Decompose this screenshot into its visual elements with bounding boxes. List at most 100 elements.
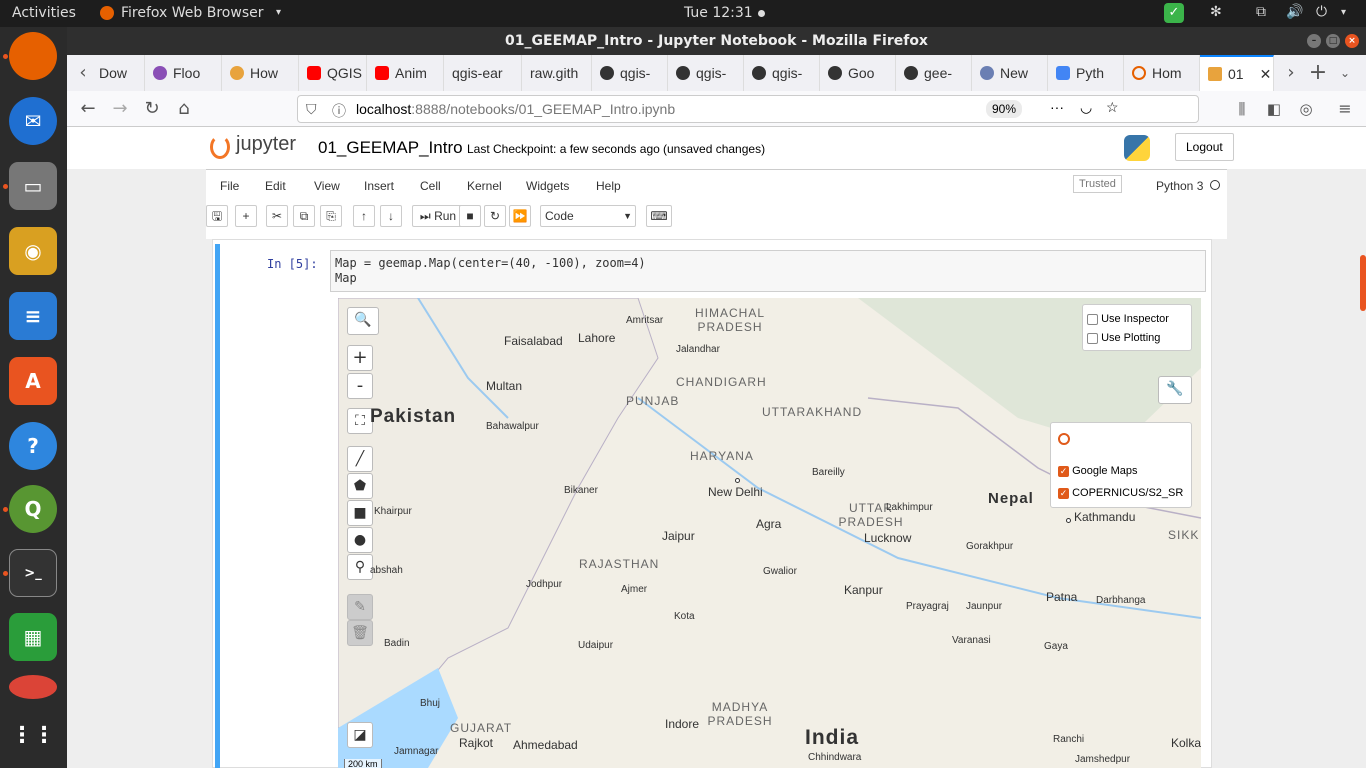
home-icon[interactable]: ⌂ [172, 97, 196, 121]
cut-icon[interactable]: ✂ [266, 205, 288, 227]
tab[interactable]: qgis- [592, 55, 668, 91]
move-up-icon[interactable]: ↑ [353, 205, 375, 227]
layers-toggle-icon[interactable] [1058, 433, 1070, 445]
menu-icon[interactable]: ≡ [1333, 97, 1357, 121]
minimize-icon[interactable]: – [1307, 34, 1321, 48]
sidebar-icon[interactable]: ◧ [1262, 97, 1286, 121]
code-editor[interactable]: Map = geemap.Map(center=(40, -100), zoom… [330, 250, 1206, 292]
tab[interactable]: Hom [1124, 55, 1200, 91]
tab[interactable]: Anim [367, 55, 444, 91]
volume-icon[interactable]: 🔊 [1286, 4, 1303, 20]
bookmark-star-icon[interactable]: ☆ [1106, 99, 1119, 116]
tab[interactable]: qgis- [744, 55, 820, 91]
delete-layers-icon[interactable]: 🗑 [347, 620, 373, 646]
tab[interactable]: Dow [91, 55, 145, 91]
activities-button[interactable]: Activities [12, 5, 76, 21]
menu-insert[interactable]: Insert [364, 179, 394, 193]
tab[interactable]: How [222, 55, 299, 91]
edit-layers-icon[interactable]: ✎ [347, 594, 373, 620]
code-cell[interactable]: In [5]: Map = geemap.Map(center=(40, -10… [215, 244, 1206, 768]
maximize-icon[interactable]: □ [1326, 34, 1340, 48]
power-icon[interactable]: ⏻ [1316, 4, 1327, 20]
basemap-icon[interactable]: ◪ [347, 722, 373, 748]
search-icon[interactable]: 🔍 [347, 307, 379, 335]
draw-rectangle-icon[interactable]: ■ [347, 500, 373, 526]
paste-icon[interactable]: ⎘ [320, 205, 342, 227]
firefox-icon[interactable] [9, 32, 57, 80]
tab[interactable]: qgis- [668, 55, 744, 91]
save-icon[interactable]: 🖫 [206, 205, 228, 227]
tab[interactable]: QGIS [299, 55, 367, 91]
use-inspector-checkbox[interactable] [1087, 313, 1098, 325]
jupyter-logo-text[interactable]: jupyter [236, 133, 296, 156]
forward-icon[interactable]: → [108, 97, 132, 121]
page-scrollbar[interactable] [1360, 255, 1366, 311]
library-icon[interactable]: ⫼ [1230, 97, 1254, 121]
tab-list-icon[interactable]: ⌄ [1333, 61, 1357, 85]
chrome-icon[interactable] [9, 675, 57, 699]
zoom-in-icon[interactable]: + [347, 345, 373, 371]
rhythmbox-icon[interactable]: ◉ [9, 227, 57, 275]
keyboard-icon[interactable]: ⌨ [646, 205, 672, 227]
reload-icon[interactable]: ↻ [140, 97, 164, 121]
menu-widgets[interactable]: Widgets [526, 179, 569, 193]
menu-view[interactable]: View [314, 179, 340, 193]
account-icon[interactable]: ◎ [1294, 97, 1318, 121]
run-button[interactable]: ⏭ Run [412, 205, 464, 227]
network-icon[interactable]: ⧉ [1256, 4, 1266, 20]
cell-type-select[interactable]: Code ▼ [540, 205, 636, 227]
files-icon[interactable]: ▭ [9, 162, 57, 210]
add-cell-icon[interactable]: + [235, 205, 257, 227]
thunderbird-icon[interactable]: ✉ [9, 97, 57, 145]
restart-icon[interactable]: ↻ [484, 205, 506, 227]
interrupt-icon[interactable]: ■ [459, 205, 481, 227]
url-bar[interactable]: ⛉ ⓘ localhost:8888/notebooks/01_GEEMAP_I… [297, 95, 1199, 123]
zoom-out-icon[interactable]: - [347, 373, 373, 399]
help-icon[interactable]: ? [9, 422, 57, 470]
tab-scroll-right-icon[interactable]: › [1279, 61, 1303, 85]
menu-kernel[interactable]: Kernel [467, 179, 502, 193]
clock[interactable]: Tue 12:31 [684, 5, 753, 21]
menu-help[interactable]: Help [596, 179, 621, 193]
zoom-level[interactable]: 90% [986, 100, 1023, 118]
new-tab-icon[interactable]: + [1306, 61, 1330, 85]
map-widget[interactable]: 🔍 + - ⛶ ╱ ⬟ ■ ● ⚲ ✎ 🗑 ◪ Use Inspector Us… [338, 298, 1201, 768]
info-icon[interactable]: ⓘ [332, 101, 346, 121]
close-tab-icon[interactable]: ✕ [1260, 66, 1272, 83]
layer-checkbox[interactable]: ✓ [1058, 465, 1069, 477]
restart-run-all-icon[interactable]: ⏩ [509, 205, 531, 227]
use-plotting-checkbox[interactable] [1087, 332, 1098, 344]
menu-edit[interactable]: Edit [265, 179, 286, 193]
settings-icon[interactable]: ✻ [1210, 4, 1222, 20]
use-inspector-row[interactable]: Use Inspector [1087, 313, 1169, 325]
software-icon[interactable]: A [9, 357, 57, 405]
tab[interactable]: qgis-ear [444, 55, 522, 91]
move-down-icon[interactable]: ↓ [380, 205, 402, 227]
pocket-icon[interactable]: ◡ [1080, 99, 1092, 116]
draw-polyline-icon[interactable]: ╱ [347, 446, 373, 472]
tab[interactable]: New [972, 55, 1048, 91]
calc-icon[interactable]: ▦ [9, 613, 57, 661]
layer-row[interactable]: ✓ Google Maps [1058, 465, 1138, 477]
writer-icon[interactable]: ≡ [9, 292, 57, 340]
tab[interactable]: raw.gith [522, 55, 592, 91]
close-icon[interactable]: × [1345, 34, 1359, 48]
layer-row[interactable]: ✓ COPERNICUS/S2_SR [1058, 487, 1183, 499]
qgis-icon[interactable]: Q [9, 485, 57, 533]
app-menu[interactable]: Firefox Web Browser [121, 5, 264, 21]
menu-file[interactable]: File [220, 179, 239, 193]
tab[interactable]: gee- [896, 55, 972, 91]
tab[interactable]: Goo [820, 55, 896, 91]
use-plotting-row[interactable]: Use Plotting [1087, 332, 1160, 344]
logout-button[interactable]: Logout [1175, 133, 1234, 161]
notebook-name[interactable]: 01_GEEMAP_Intro [318, 138, 463, 158]
back-icon[interactable]: ← [76, 97, 100, 121]
layer-checkbox[interactable]: ✓ [1058, 487, 1069, 499]
trusted-badge[interactable]: Trusted [1073, 175, 1122, 193]
wrench-icon[interactable]: 🔧 [1158, 376, 1192, 404]
draw-polygon-icon[interactable]: ⬟ [347, 473, 373, 499]
app-grid-icon[interactable]: ⋮⋮ [9, 711, 57, 759]
shield-icon[interactable]: ⛉ [306, 101, 317, 118]
tab[interactable]: Pyth [1048, 55, 1124, 91]
terminal-icon[interactable]: >_ [9, 549, 57, 597]
